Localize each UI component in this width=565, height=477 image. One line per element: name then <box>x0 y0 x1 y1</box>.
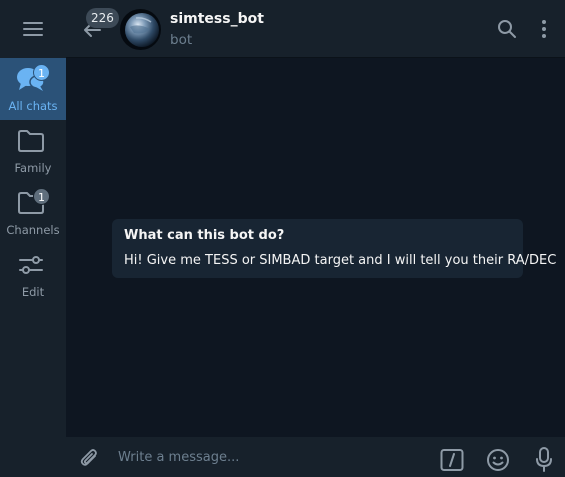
folder-all-chats[interactable]: 1 All chats <box>0 58 66 120</box>
folder-channels[interactable]: 1 Channels <box>0 182 66 244</box>
more-vertical-icon[interactable] <box>536 19 552 39</box>
paperclip-icon[interactable] <box>78 446 100 470</box>
folder-unread-badge: 1 <box>33 188 50 205</box>
avatar[interactable] <box>120 9 161 50</box>
bot-command-icon[interactable] <box>440 449 464 471</box>
folder-family[interactable]: Family <box>0 120 66 182</box>
sliders-edit-icon <box>19 256 43 274</box>
folder-icon <box>18 130 44 152</box>
folder-label: Channels <box>6 223 60 237</box>
folder-edit[interactable]: Edit <box>0 244 66 306</box>
chat-title[interactable]: simtess_bot <box>170 11 264 27</box>
hamburger-menu-icon <box>23 22 43 36</box>
emoji-icon[interactable] <box>486 448 510 472</box>
message-input[interactable] <box>118 445 418 469</box>
planet-avatar-image <box>120 9 161 50</box>
bot-info-card: What can this bot do? Hi! Give me TESS o… <box>112 219 557 278</box>
bot-info-description: Hi! Give me TESS or SIMBAD target and I … <box>124 253 557 268</box>
unread-count-badge: 226 <box>86 8 119 28</box>
message-composer <box>66 437 565 477</box>
microphone-icon[interactable] <box>535 447 553 473</box>
chat-subtitle: bot <box>170 32 193 48</box>
bot-info-title: What can this bot do? <box>124 228 285 243</box>
folder-label: Family <box>14 161 52 175</box>
message-history[interactable]: What can this bot do? Hi! Give me TESS o… <box>66 58 565 437</box>
folder-sidebar: 1 All chats Family 1 Channels Edit <box>0 0 66 477</box>
chat-header: 226 simtess_bot bot <box>66 0 565 58</box>
folder-unread-badge: 1 <box>33 64 50 81</box>
folder-label: All chats <box>8 99 58 113</box>
folder-label: Edit <box>21 285 45 299</box>
search-icon[interactable] <box>497 19 517 39</box>
main-menu-button[interactable] <box>0 0 66 58</box>
